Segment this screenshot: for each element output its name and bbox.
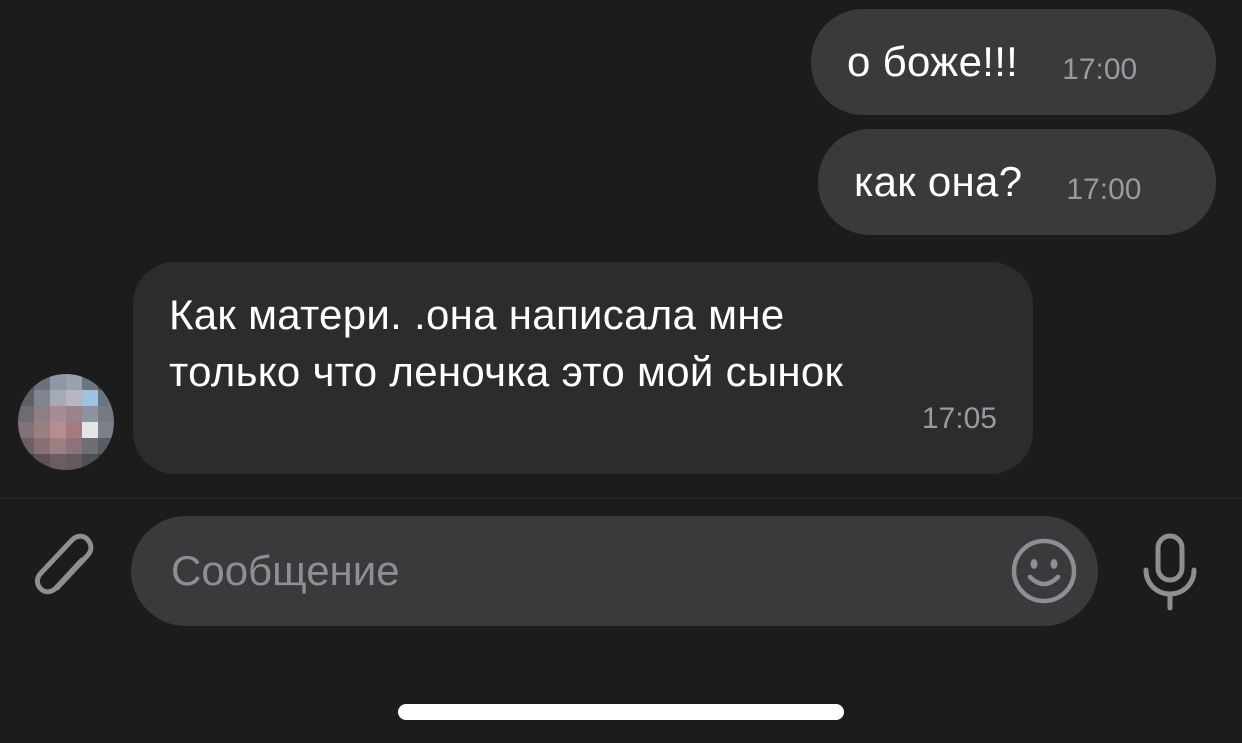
message-text: как она?	[854, 158, 1023, 205]
message-bubble-outgoing[interactable]: о боже!!! 17:00	[811, 9, 1216, 115]
message-input[interactable]: Сообщение	[131, 516, 1098, 626]
message-time: 17:00	[1062, 53, 1138, 86]
home-indicator[interactable]	[398, 704, 844, 720]
message-bubble-outgoing[interactable]: как она? 17:00	[818, 129, 1216, 235]
avatar[interactable]	[18, 374, 114, 470]
smiley-icon[interactable]	[1010, 537, 1078, 605]
message-bubble-incoming[interactable]: Как матери. .она написала мне только что…	[133, 262, 1033, 474]
message-text: о боже!!!	[847, 38, 1019, 85]
message-list[interactable]: о боже!!! 17:00 как она? 17:00 Как матер…	[0, 0, 1242, 498]
message-time: 17:00	[1066, 173, 1142, 206]
message-text-line: Как матери. .она написала мне	[169, 291, 785, 338]
paperclip-icon[interactable]	[30, 530, 104, 610]
message-text: Как матери. .она написала мне только что…	[169, 286, 997, 400]
chat-screen: о боже!!! 17:00 как она? 17:00 Как матер…	[0, 0, 1242, 743]
microphone-icon[interactable]	[1138, 532, 1202, 612]
message-text-line: только что леночка это мой сынок	[169, 348, 844, 395]
message-time: 17:05	[921, 402, 997, 435]
message-input-placeholder: Сообщение	[171, 547, 400, 594]
